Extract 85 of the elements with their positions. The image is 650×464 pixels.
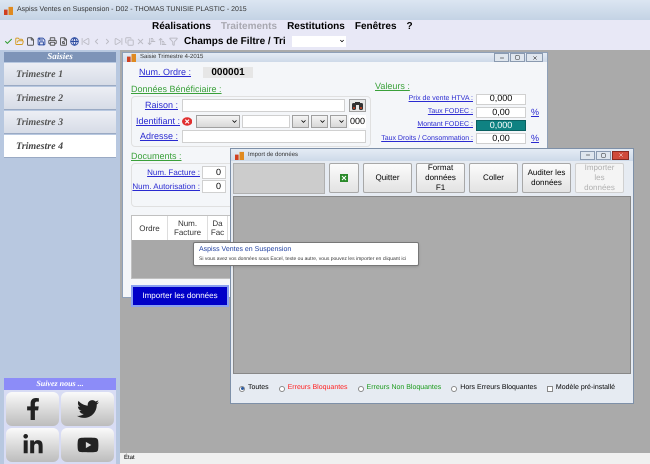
value-field[interactable]: 0,00 — [476, 106, 526, 118]
filter-label: Champs de Filtre / Tri — [184, 34, 286, 48]
value-field[interactable]: 0,000 — [476, 94, 526, 104]
document-label[interactable]: Num. Facture : — [132, 166, 200, 178]
radio-button[interactable] — [451, 386, 458, 392]
preview-icon[interactable] — [59, 36, 68, 46]
toolbar-button[interactable]: Coller — [469, 163, 518, 193]
toolbar-button[interactable]: Auditer les données — [522, 163, 571, 193]
identifiant-code: 000 — [348, 114, 366, 128]
adresse-label[interactable]: Adresse : — [136, 130, 178, 144]
column-header: Num. Facture — [168, 216, 208, 240]
minimize-button[interactable] — [494, 53, 509, 62]
twitter-button[interactable] — [61, 392, 114, 426]
sidebar-item[interactable]: Trimestre 2 — [4, 87, 116, 110]
printer-icon[interactable] — [48, 36, 57, 46]
menu-item[interactable]: Restitutions — [287, 18, 345, 34]
value-field[interactable]: 0,00 — [476, 133, 526, 144]
radio-button[interactable] — [278, 386, 285, 392]
maximize-button[interactable] — [596, 150, 611, 160]
identifiant-field[interactable] — [242, 114, 290, 128]
follow-header: Suivez nous ... — [4, 378, 116, 390]
caret-icon — [338, 38, 345, 44]
maximize-icon — [515, 55, 520, 60]
linkedin-button[interactable] — [6, 428, 59, 462]
close-icon — [532, 54, 538, 60]
close-icon — [618, 152, 624, 158]
caret-icon — [338, 118, 345, 125]
caret-icon — [318, 118, 326, 125]
maximize-button[interactable] — [510, 53, 525, 62]
file-icon[interactable] — [26, 36, 35, 46]
close-button[interactable] — [612, 150, 629, 160]
adresse-field[interactable] — [182, 130, 366, 144]
maximize-icon — [601, 152, 606, 158]
order-label[interactable]: Num. Ordre : — [139, 66, 192, 80]
dropdown-field[interactable] — [196, 114, 240, 128]
dropdown-field[interactable] — [310, 114, 328, 128]
linkedin-icon — [22, 434, 44, 456]
unit-label[interactable]: % — [530, 106, 539, 119]
column-header: Da Fac — [208, 216, 228, 240]
app-icon — [127, 53, 136, 62]
menu-item[interactable]: Fenêtres — [354, 18, 397, 34]
facebook-button[interactable] — [6, 392, 59, 426]
save-icon[interactable] — [37, 36, 46, 46]
document-field[interactable]: 0 — [202, 180, 226, 193]
toolbar-button[interactable]: Quitter — [363, 163, 412, 193]
youtube-button[interactable] — [61, 428, 114, 462]
toolbar-button[interactable]: Format données F1 — [416, 163, 465, 193]
order-number: 000001 — [203, 67, 254, 78]
checkbox[interactable] — [546, 386, 553, 392]
section-title: Valeurs : — [375, 80, 410, 93]
minimize-icon — [584, 152, 590, 158]
menu-item[interactable]: ? — [406, 18, 413, 34]
section-title: Documents : — [131, 150, 182, 162]
raison-label[interactable]: Raison : — [136, 99, 178, 112]
dropdown-field[interactable] — [330, 114, 347, 128]
caret-icon — [231, 118, 238, 125]
check-icon[interactable] — [4, 36, 13, 46]
globe-icon[interactable] — [70, 36, 79, 46]
unit-label[interactable]: % — [530, 132, 539, 146]
raison-field[interactable] — [182, 99, 345, 112]
sidebar-item[interactable]: Trimestre 4 — [4, 135, 116, 158]
excel-button[interactable] — [329, 163, 359, 193]
document-label[interactable]: Num. Autorisation : — [132, 180, 200, 192]
import-data-button[interactable]: Importer les données — [131, 285, 229, 307]
menu-item[interactable]: Réalisations — [152, 18, 211, 34]
sidebar-header: Saisies — [4, 52, 116, 62]
minimize-button[interactable] — [580, 150, 595, 160]
identifiant-label[interactable]: Identifiant : — [136, 114, 178, 128]
minimize-icon — [498, 54, 504, 60]
sidebar-item[interactable]: Trimestre 1 — [4, 63, 116, 86]
dropdown-field[interactable] — [292, 114, 309, 128]
document-field[interactable]: 0 — [202, 166, 226, 179]
column-header: Ordre — [132, 216, 168, 240]
sidebar-item[interactable]: Trimestre 3 — [4, 111, 116, 134]
app-icon — [4, 6, 13, 14]
value-field[interactable]: 0,000 — [476, 120, 526, 131]
radio-button[interactable] — [358, 386, 364, 392]
spreadsheet-icon — [340, 174, 348, 182]
clear-icon[interactable] — [182, 116, 192, 126]
binoculars-icon[interactable] — [349, 99, 366, 112]
twitter-icon — [76, 398, 98, 420]
section-title: Données Bénéficiaire : — [131, 82, 222, 96]
app-icon — [235, 150, 244, 160]
caret-icon — [300, 118, 307, 125]
radio-button[interactable] — [239, 386, 245, 392]
